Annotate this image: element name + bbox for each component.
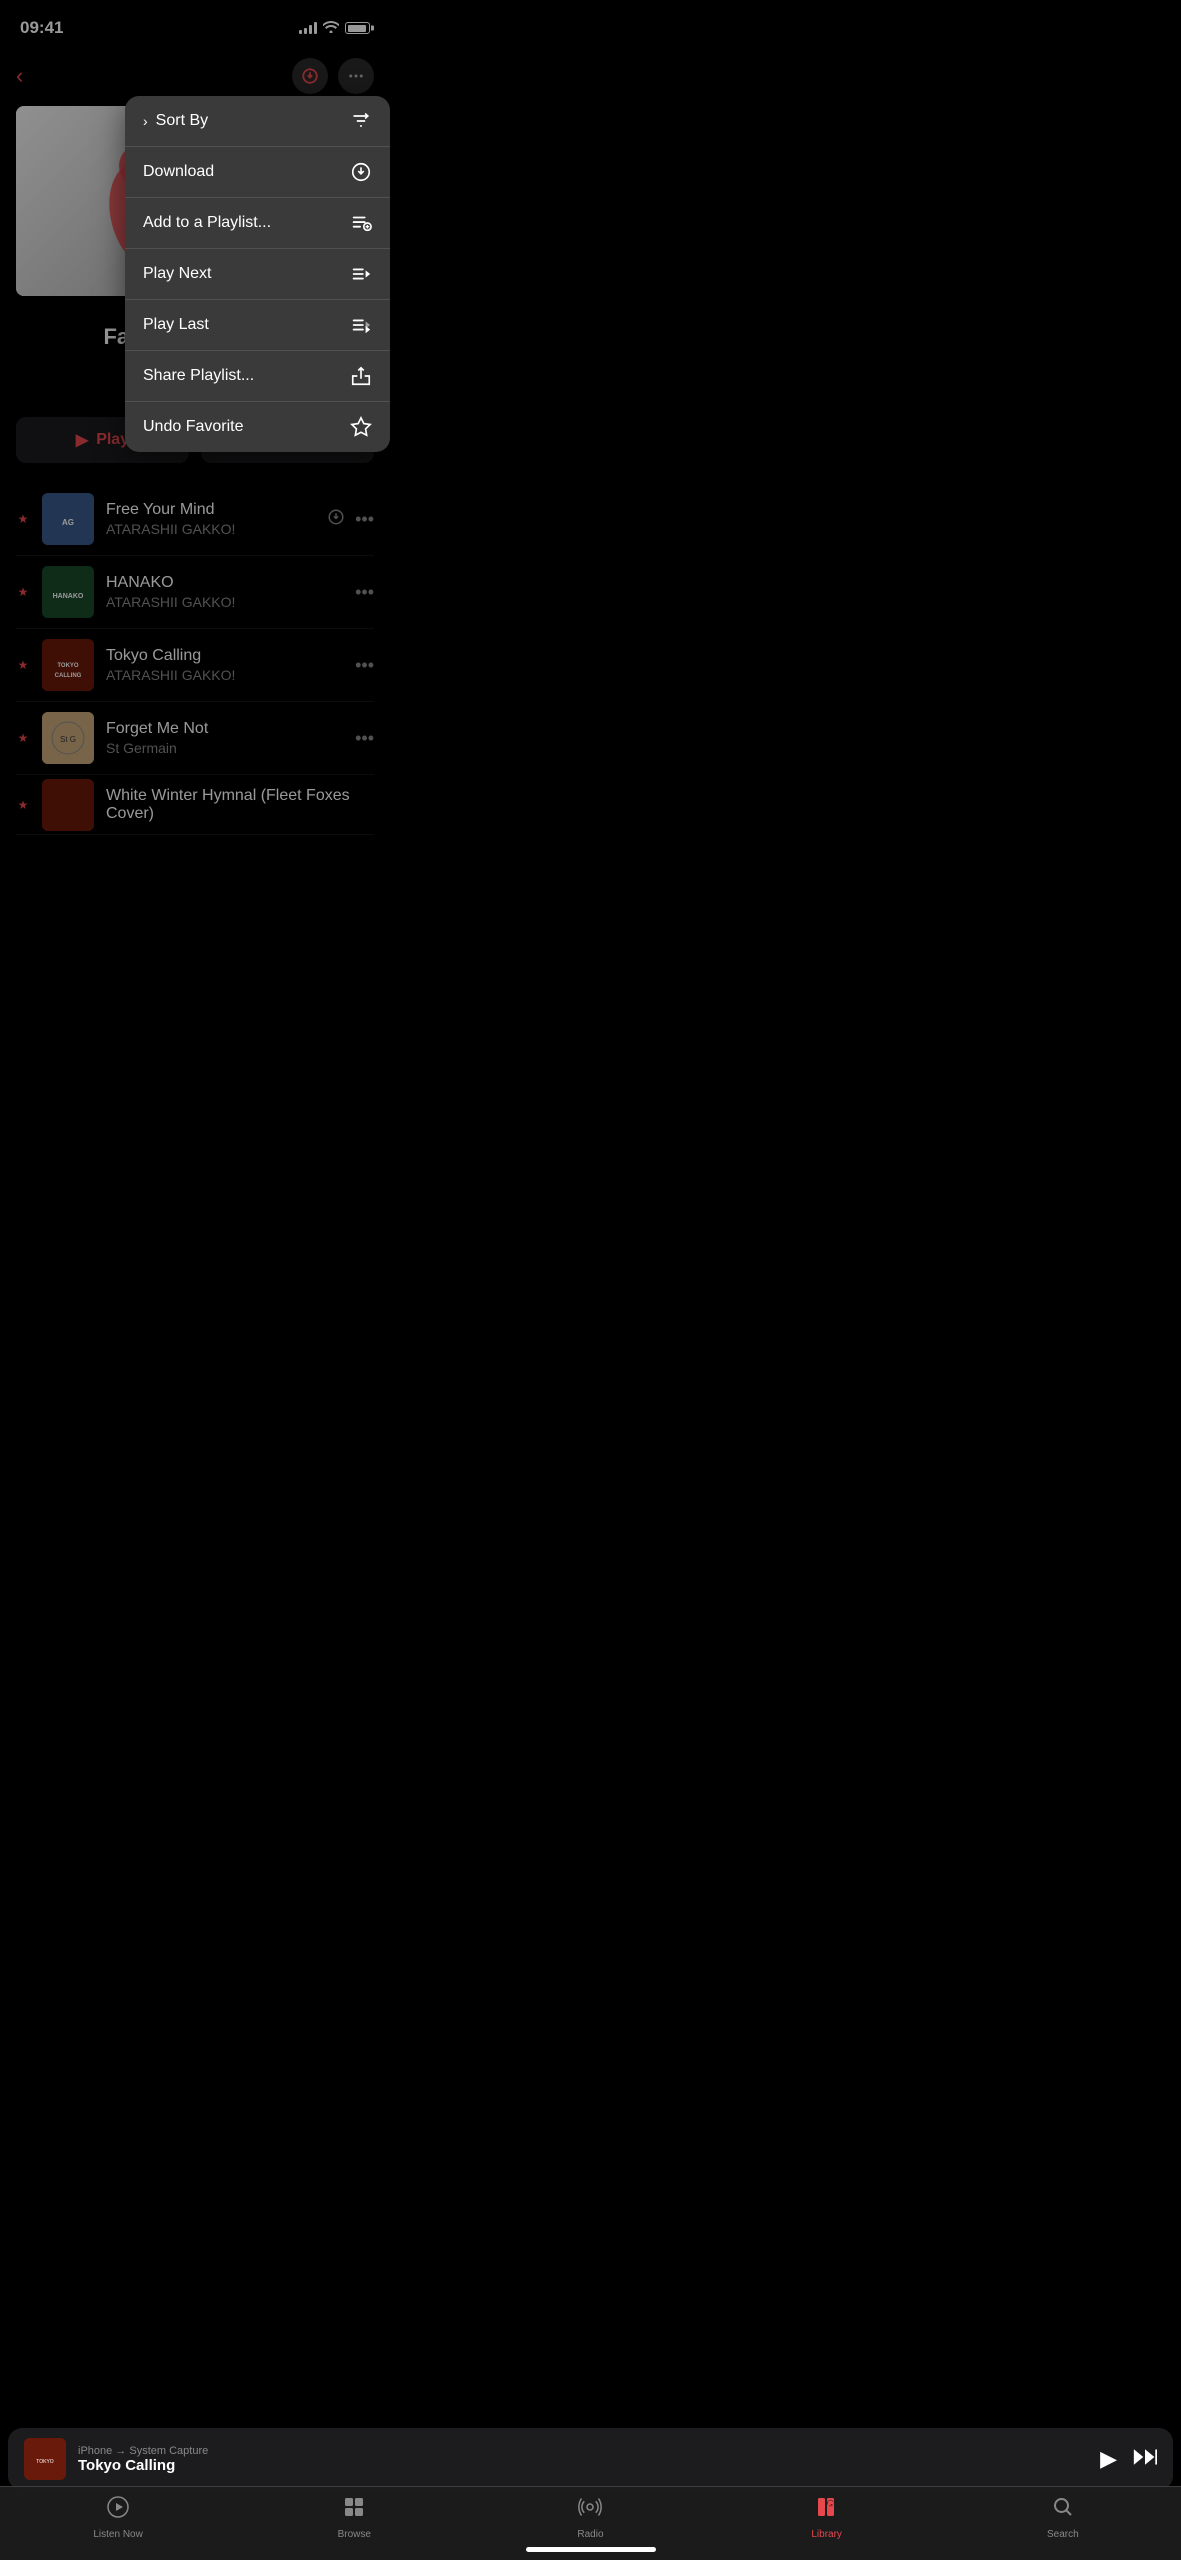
mini-player-thumbnail: TOKYO [24,2438,66,2480]
play-next-label: Play Next [143,265,211,283]
tab-browse-label: Browse [338,2529,371,2540]
menu-item-download[interactable]: Download [125,147,390,198]
share-icon [350,365,372,387]
browse-icon [342,2495,366,2525]
menu-item-play-last[interactable]: Play Last [125,300,390,351]
mini-player-title: Tokyo Calling [78,2457,1088,2474]
tab-radio-label: Radio [577,2529,603,2540]
undo-favorite-label: Undo Favorite [143,418,244,436]
mini-player[interactable]: TOKYO iPhone → System Capture Tokyo Call… [8,2428,1173,2490]
search-icon [1051,2495,1075,2525]
tab-search[interactable]: Search [1033,2495,1093,2540]
home-indicator [526,2547,656,2552]
tab-listen-now-label: Listen Now [93,2529,142,2540]
listen-now-icon [106,2495,130,2525]
share-playlist-label: Share Playlist... [143,367,254,385]
svg-text:TOKYO: TOKYO [36,2459,54,2465]
play-last-label: Play Last [143,316,209,334]
add-playlist-label: Add to a Playlist... [143,214,271,232]
menu-item-add-playlist[interactable]: Add to a Playlist... [125,198,390,249]
star-outline-icon [350,416,372,438]
menu-item-undo-favorite[interactable]: Undo Favorite [125,402,390,452]
sort-by-label: Sort By [156,112,208,130]
tab-browse[interactable]: Browse [324,2495,384,2540]
mini-player-info: iPhone → System Capture Tokyo Calling [78,2445,1088,2474]
album-section: › Sort By Download Add to a Playl [0,106,390,306]
context-menu: › Sort By Download Add to a Playl [125,96,390,452]
tab-library-label: Library [811,2529,842,2540]
tab-search-label: Search [1047,2529,1079,2540]
play-last-icon [350,314,372,336]
sort-icon [350,110,372,132]
menu-item-sort-by[interactable]: › Sort By [125,96,390,147]
mini-player-subtitle: iPhone → System Capture [78,2445,1088,2457]
radio-icon [578,2495,602,2525]
library-icon [815,2495,839,2525]
sort-chevron-icon: › [143,113,148,129]
add-playlist-icon [350,212,372,234]
mini-player-controls: ▶ [1100,2446,1157,2472]
tab-listen-now[interactable]: Listen Now [88,2495,148,2540]
tab-library[interactable]: Library [797,2495,857,2540]
menu-item-play-next[interactable]: Play Next [125,249,390,300]
download-label: Download [143,163,214,181]
play-next-icon [350,263,372,285]
download-circle-icon [350,161,372,183]
mini-forward-button[interactable] [1133,2447,1157,2472]
menu-item-share-playlist[interactable]: Share Playlist... [125,351,390,402]
tab-radio[interactable]: Radio [560,2495,620,2540]
mini-play-button[interactable]: ▶ [1100,2446,1117,2472]
